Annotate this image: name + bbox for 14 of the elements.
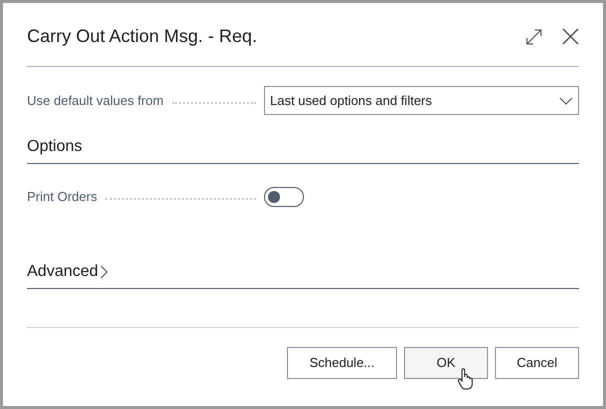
toggle-switch[interactable]	[264, 187, 304, 207]
field-label: Print Orders	[27, 188, 98, 206]
section-toggle[interactable]: Advanced	[27, 260, 108, 284]
dialog-button[interactable]: Schedule...	[287, 347, 397, 379]
section-heading: Options	[27, 138, 82, 155]
defaults-dropdown[interactable]: Last used options and filters	[264, 86, 579, 115]
chevron-right-icon	[100, 265, 108, 279]
close-icon[interactable]	[562, 28, 579, 45]
expand-icon[interactable]	[526, 28, 542, 44]
field-label: Use default values from	[27, 92, 164, 110]
dialog-title: Carry Out Action Msg. - Req.	[27, 25, 258, 48]
hand-cursor-icon	[457, 368, 473, 390]
chevron-down-icon	[559, 96, 573, 104]
dialog-button[interactable]: Cancel	[495, 347, 579, 379]
